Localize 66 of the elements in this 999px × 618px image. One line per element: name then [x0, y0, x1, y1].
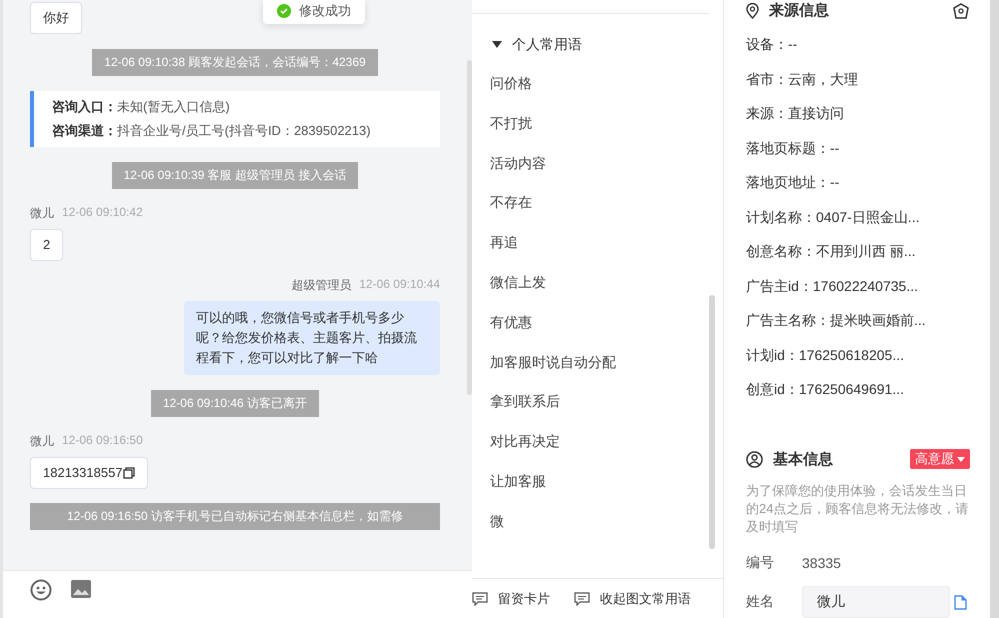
system-message: 12-06 09:10:38 顾客发起会话，会话编号：42369 — [92, 49, 378, 76]
sender-name: 微儿 — [30, 433, 54, 450]
entry-label: 咨询渠道： — [52, 123, 117, 138]
system-message: 12-06 09:10:39 客服 超级管理员 接入会话 — [112, 162, 358, 189]
phrase-item[interactable]: 拿到联系后 — [490, 391, 560, 412]
system-message: 12-06 09:10:46 访客已离开 — [150, 390, 320, 417]
phrase-item[interactable]: 加客服时说自动分配 — [490, 352, 616, 372]
toast-text: 修改成功 — [299, 2, 351, 20]
info-field: 计划名称：0407-日照金山... — [746, 208, 970, 228]
caret-icon — [957, 456, 965, 462]
phrase-item[interactable]: 对比再决定 — [490, 431, 560, 452]
notice-text: 为了保障您的使用体验，会话发生当日的24点之后，顾客信息将无法修改，请及时填写 — [746, 482, 970, 536]
entry-value: 未知(暂无入口信息) — [117, 99, 230, 114]
emoji-icon[interactable] — [30, 579, 52, 601]
phrase-item[interactable]: 再追 — [490, 232, 518, 252]
phrase-action-button[interactable]: 收起图文常用语 — [574, 590, 691, 608]
phrase-action-button[interactable]: 留资卡片 — [472, 590, 550, 608]
message-time: 12-06 09:16:50 — [62, 433, 143, 449]
message-time: 12-06 09:10:44 — [359, 277, 440, 293]
info-field: 省市：云南，大理 — [746, 70, 970, 90]
info-field: 广告主名称：提米映画婚前... — [746, 312, 970, 332]
info-field: 落地页标题：-- — [746, 140, 970, 160]
info-field: 设备：-- — [746, 36, 970, 56]
message-icon — [472, 592, 488, 606]
intent-tag[interactable]: 高意愿 — [910, 449, 970, 470]
field-label: 姓名 — [746, 593, 775, 611]
document-icon[interactable] — [954, 594, 967, 610]
user-icon — [746, 450, 763, 468]
shield-icon[interactable] — [952, 2, 970, 19]
phrase-item[interactable]: 不打扰 — [490, 112, 532, 133]
message-bubble: 可以的哦，您微信号或者手机号多少呢？给您发价格表、主题客片、拍摄流程看下，您可以对比了解一下哈 — [184, 301, 440, 375]
image-icon[interactable] — [70, 579, 92, 599]
phrase-item[interactable]: 问价格 — [490, 73, 532, 93]
info-field: 创意id：176250649691... — [746, 381, 970, 401]
message-bubble: 18213318557 — [30, 457, 148, 489]
info-field: 创意名称：不用到川西 丽... — [746, 243, 970, 263]
section-title: 基本信息 — [773, 450, 833, 469]
field-value: 38335 — [802, 555, 841, 571]
entry-label: 咨询入口： — [52, 99, 117, 114]
copy-icon[interactable] — [122, 467, 135, 479]
scrollbar[interactable] — [990, 0, 999, 618]
section-title: 来源信息 — [769, 1, 829, 20]
phrase-item[interactable]: 不存在 — [490, 192, 532, 212]
info-field: 落地页地址：-- — [746, 174, 970, 194]
phrase-item[interactable]: 让加客服 — [490, 470, 546, 491]
entry-value: 抖音企业号/员工号(抖音号ID：2839502213) — [117, 123, 371, 138]
message-time: 12-06 09:10:42 — [62, 205, 143, 221]
phrase-group-header[interactable]: 个人常用语 — [492, 33, 582, 55]
message-icon — [574, 592, 590, 606]
phrase-item[interactable]: 有优惠 — [490, 312, 532, 332]
field-label: 编号 — [746, 554, 775, 572]
sender-name: 微儿 — [30, 205, 54, 222]
phrase-item[interactable]: 微信上发 — [490, 272, 546, 292]
phrase-item[interactable]: 微 — [490, 510, 504, 531]
message-bubble: 你好 — [30, 2, 82, 34]
message-bubble: 2 — [30, 229, 64, 261]
check-icon — [277, 4, 291, 18]
sender-name: 超级管理员 — [291, 277, 352, 294]
system-message: 12-06 09:16:50 访客手机号已自动标记右侧基本信息栏，如需修 — [30, 503, 440, 530]
info-field: 计划id：176250618205... — [746, 346, 970, 366]
location-pin-icon — [746, 2, 759, 19]
info-field: 来源：直接访问 — [746, 105, 970, 125]
phrase-item[interactable]: 活动内容 — [490, 152, 546, 173]
caret-icon — [492, 40, 502, 48]
info-field: 广告主id：176022240735... — [746, 278, 970, 298]
name-input[interactable]: 微儿 — [802, 586, 950, 618]
